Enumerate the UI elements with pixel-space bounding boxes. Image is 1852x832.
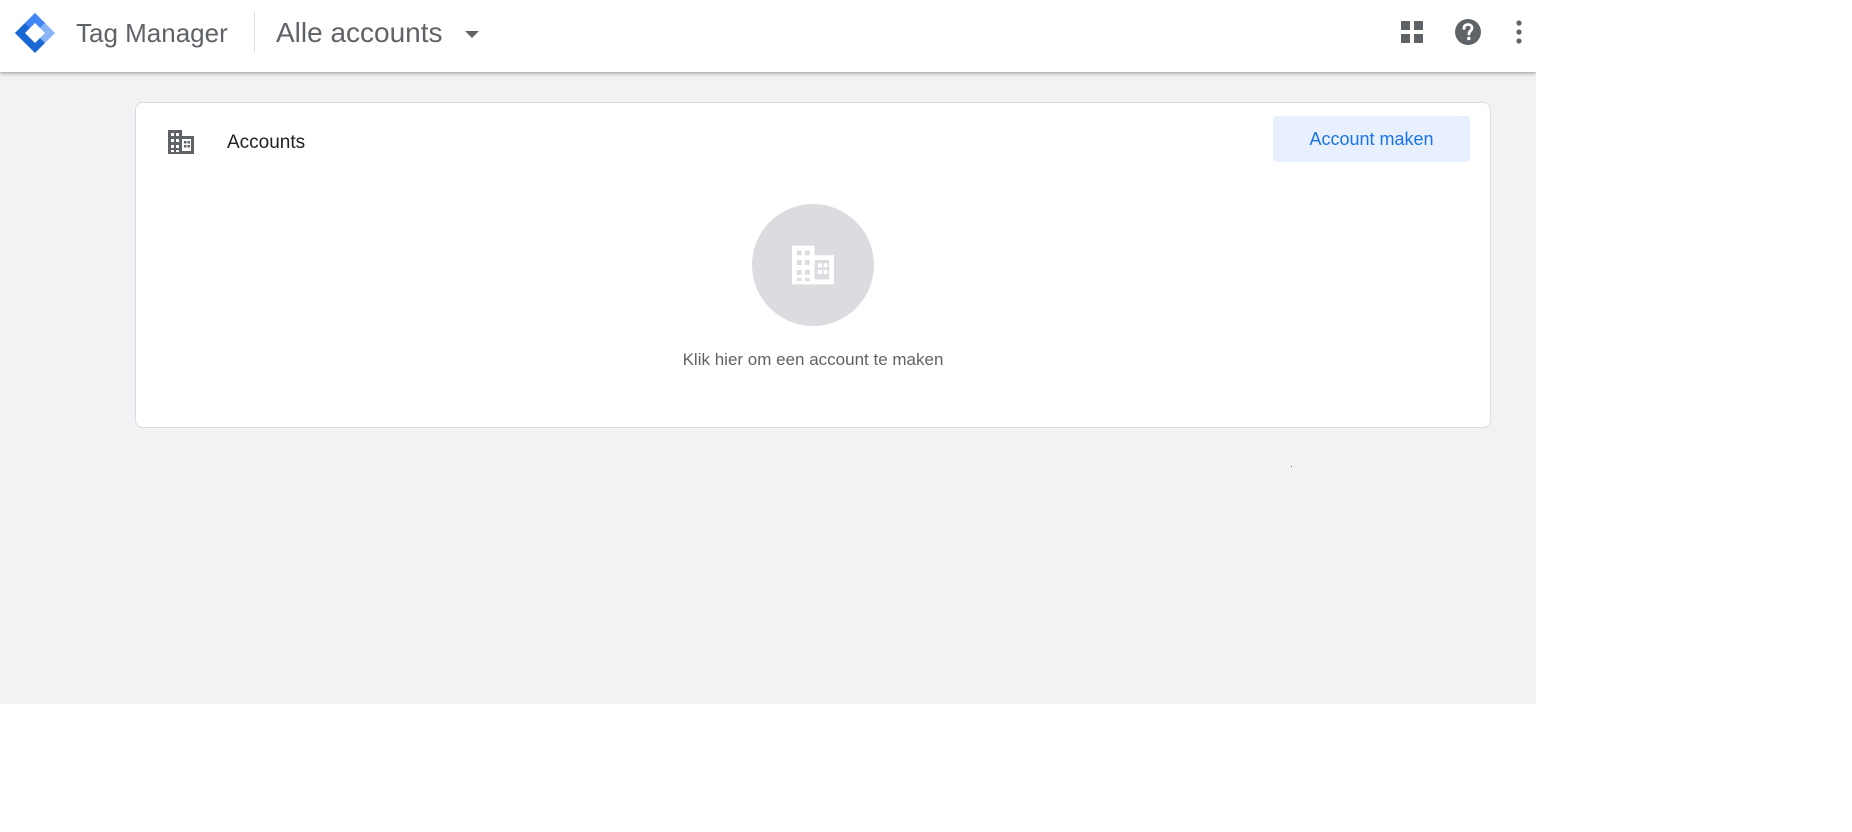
empty-state-create-account[interactable] <box>752 204 874 326</box>
apps-button[interactable] <box>1392 12 1432 52</box>
background-speck <box>1291 466 1292 467</box>
help-button[interactable] <box>1448 12 1488 52</box>
product-name[interactable]: Tag Manager <box>76 16 228 50</box>
more-options-button[interactable] <box>1499 12 1536 52</box>
tag-manager-logo-icon[interactable] <box>15 13 55 53</box>
account-switcher[interactable]: Alle accounts <box>266 8 489 58</box>
accounts-card: Accounts Account maken Klik hier om een … <box>135 102 1491 428</box>
more-vert-icon <box>1516 20 1522 44</box>
building-icon <box>792 245 834 285</box>
app-window: Tag Manager Alle accounts Accounts Accou… <box>0 0 1536 704</box>
create-account-button[interactable]: Account maken <box>1273 116 1470 162</box>
top-app-bar: Tag Manager Alle accounts <box>0 0 1536 72</box>
account-switcher-label: Alle accounts <box>276 17 443 48</box>
empty-state-text[interactable]: Klik hier om een account te maken <box>136 349 1490 371</box>
apps-grid-icon <box>1401 21 1423 43</box>
building-icon <box>167 129 195 155</box>
card-title: Accounts <box>227 132 306 153</box>
caret-down-icon <box>464 30 479 38</box>
header-divider <box>254 12 255 52</box>
help-icon <box>1455 19 1481 45</box>
